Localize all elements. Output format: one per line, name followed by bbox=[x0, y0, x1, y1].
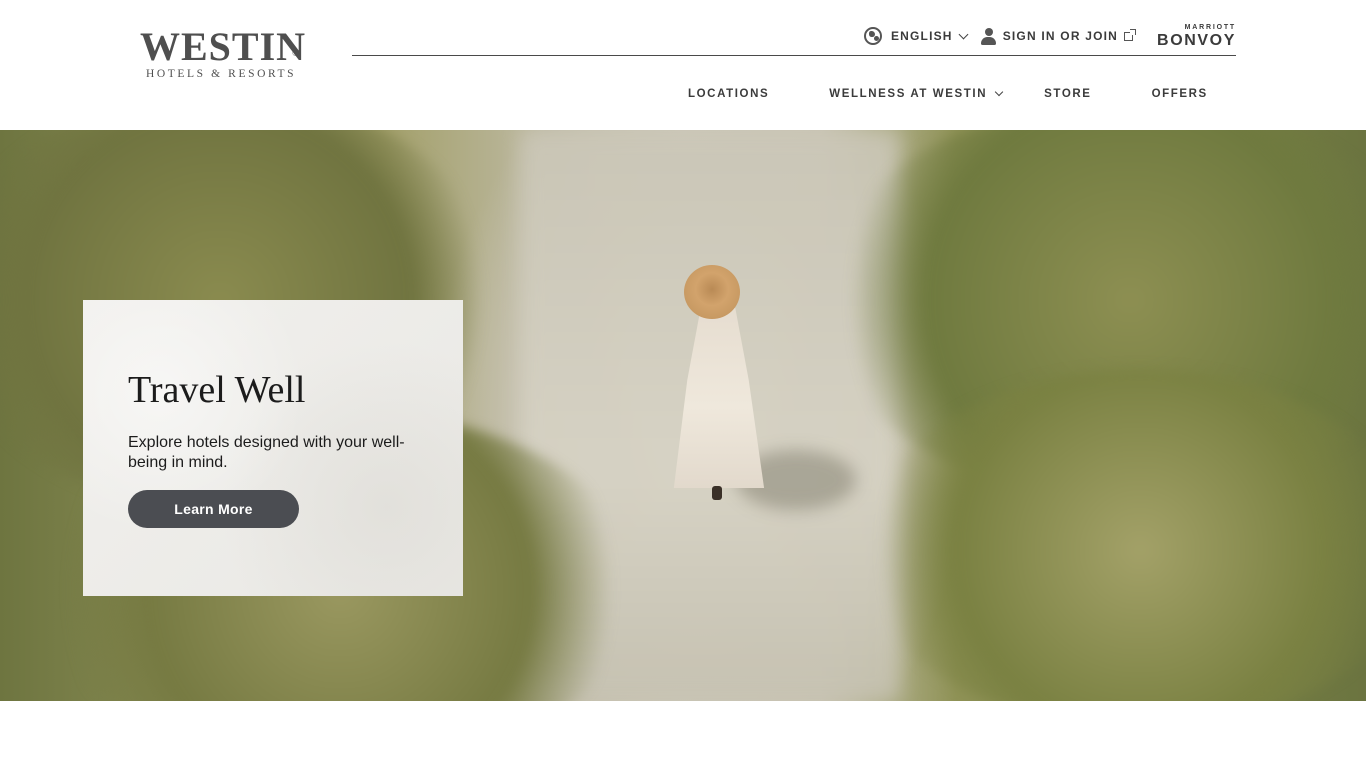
sign-in-label: SIGN IN OR JOIN bbox=[1002, 29, 1119, 43]
hero-card: Travel Well Explore hotels designed with… bbox=[83, 300, 463, 596]
hero-woman-figure bbox=[640, 260, 856, 510]
globe-icon bbox=[863, 27, 882, 45]
hero-title: Travel Well bbox=[128, 369, 306, 411]
language-label: ENGLISH bbox=[890, 29, 953, 43]
site-header: WESTIN ® HOTELS & RESORTS ENGLISH SIGN IN… bbox=[0, 0, 1366, 130]
chevron-down-icon bbox=[958, 29, 969, 39]
logo-wordmark: WESTIN ® bbox=[140, 27, 305, 67]
logo-subtitle: HOTELS & RESORTS bbox=[146, 68, 297, 80]
bonvoy-marriott-text: MARRIOTT bbox=[1184, 23, 1236, 31]
nav-item-wellness-label: WELLNESS AT WESTIN bbox=[829, 88, 988, 100]
learn-more-button[interactable]: Learn More bbox=[128, 490, 299, 528]
marriott-bonvoy-logo[interactable]: MARRIOTT BONVOY bbox=[1157, 24, 1236, 49]
utility-bar: ENGLISH SIGN IN OR JOIN MARRIOTT BONVOY bbox=[863, 24, 1236, 49]
nav-item-wellness[interactable]: WELLNESS AT WESTIN bbox=[829, 87, 1004, 100]
figure-foot bbox=[712, 486, 722, 500]
external-link-icon bbox=[1124, 28, 1137, 41]
nav-item-offers[interactable]: OFFERS bbox=[1152, 88, 1208, 100]
figure-dress bbox=[673, 308, 765, 488]
westin-logo[interactable]: WESTIN ® HOTELS & RESORTS bbox=[140, 27, 305, 81]
hero-description: Explore hotels designed with your well-b… bbox=[128, 434, 405, 471]
user-icon bbox=[980, 27, 996, 45]
chevron-down-icon bbox=[994, 87, 1004, 97]
language-selector[interactable]: ENGLISH bbox=[863, 27, 969, 45]
header-divider bbox=[352, 55, 1236, 56]
figure-hat bbox=[684, 265, 740, 319]
nav-item-store[interactable]: STORE bbox=[1044, 88, 1091, 100]
page-content-below bbox=[0, 701, 1366, 768]
registered-mark: ® bbox=[292, 48, 300, 58]
bonvoy-text: BONVOY bbox=[1157, 31, 1236, 49]
main-nav: LOCATIONS WELLNESS AT WESTIN STORE OFFER… bbox=[660, 86, 1208, 102]
sign-in-link[interactable]: SIGN IN OR JOIN bbox=[980, 27, 1137, 45]
nav-item-locations[interactable]: LOCATIONS bbox=[688, 88, 769, 100]
